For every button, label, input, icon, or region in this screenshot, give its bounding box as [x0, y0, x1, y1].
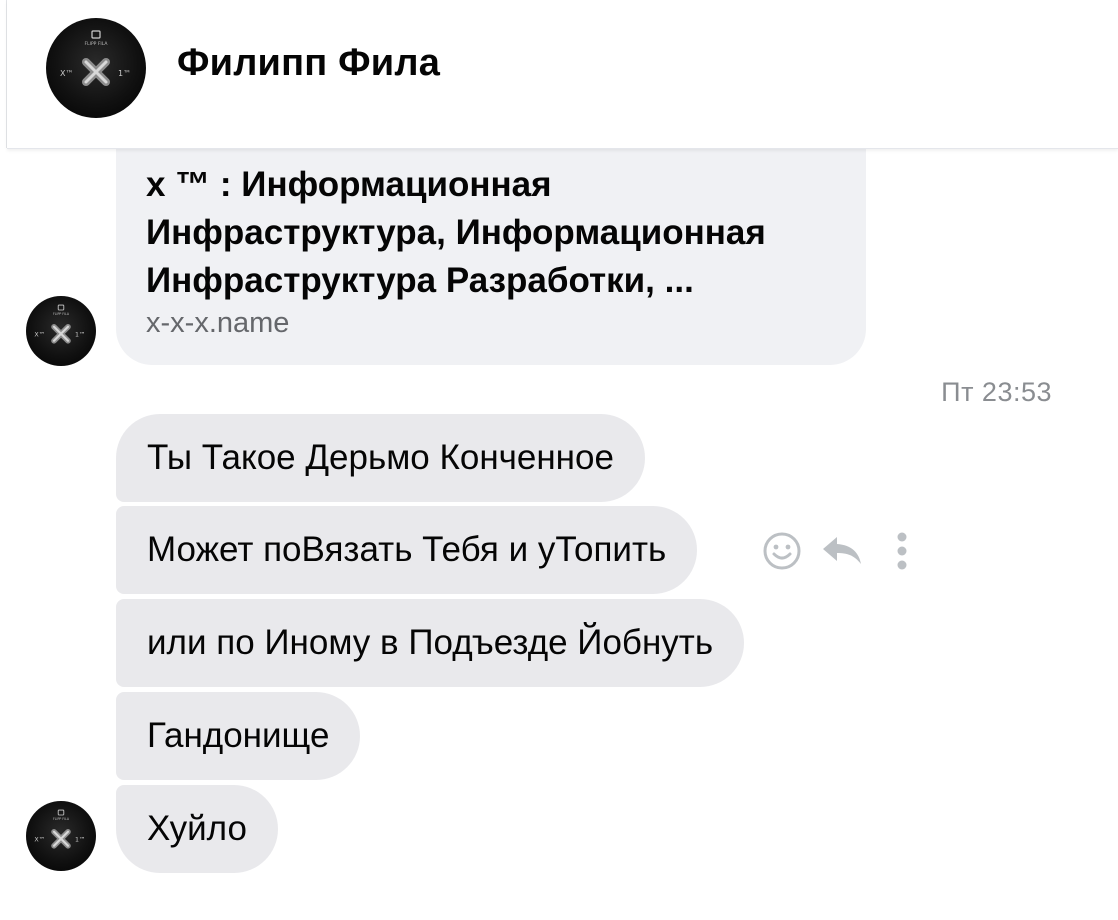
svg-text:X™: X™ [34, 837, 45, 844]
message-thread: x ™ : Информационная Инфраструктура, Инф… [0, 129, 1118, 920]
conversation-header: FLIPP FILA X™ 1™ Филипп Фила [7, 0, 1118, 149]
message-hover-actions [760, 529, 940, 573]
svg-text:FLIPP FILA: FLIPP FILA [85, 41, 109, 47]
avatar-logo-icon: FLIPP FILA X™ 1™ [60, 30, 131, 86]
message-bubble[interactable]: Может поВязать Тебя и уТопить [116, 506, 698, 594]
more-options-button[interactable] [880, 529, 924, 573]
link-preview-domain: x-x-x.name [146, 307, 290, 339]
message-bubble[interactable]: Ты Такое Дерьмо Конченное [116, 414, 645, 502]
message-bubble[interactable]: или по Иному в Подъезде Йобнуть [116, 599, 745, 687]
message-bubble[interactable]: Хуйло [116, 785, 278, 873]
svg-text:FLIPP FILA: FLIPP FILA [53, 312, 70, 316]
messenger-window: FLIPP FILA X™ 1™ Филипп Фила x ™ : Инфор… [0, 0, 1118, 920]
avatar-logo-icon: FLIPP FILA X™ 1™ [34, 304, 85, 344]
more-vertical-icon [897, 532, 907, 570]
reply-button[interactable] [820, 529, 864, 573]
avatar-logo-icon: FLIPP FILA X™ 1™ [34, 809, 85, 849]
link-preview-title: x ™ : Информационная Инфраструктура, Инф… [146, 165, 766, 300]
sender-avatar[interactable]: FLIPP FILA X™ 1™ [26, 296, 96, 366]
reply-arrow-icon [823, 537, 861, 564]
contact-avatar[interactable]: FLIPP FILA X™ 1™ [46, 18, 146, 118]
sender-avatar[interactable]: FLIPP FILA X™ 1™ [26, 801, 96, 871]
svg-text:X™: X™ [34, 332, 45, 339]
message-timestamp: Пт 23:53 [941, 377, 1052, 407]
link-preview-card[interactable]: x ™ : Информационная Инфраструктура, Инф… [116, 129, 866, 365]
react-button[interactable] [760, 529, 804, 573]
svg-text:X™: X™ [60, 69, 73, 78]
smiley-reaction-icon [763, 532, 801, 570]
svg-text:FLIPP FILA: FLIPP FILA [53, 817, 70, 821]
message-bubble[interactable]: Гандонище [116, 692, 361, 780]
contact-name[interactable]: Филипп Фила [177, 42, 440, 85]
svg-text:1™: 1™ [118, 69, 131, 78]
svg-text:1™: 1™ [75, 837, 85, 844]
svg-text:1™: 1™ [75, 332, 85, 339]
